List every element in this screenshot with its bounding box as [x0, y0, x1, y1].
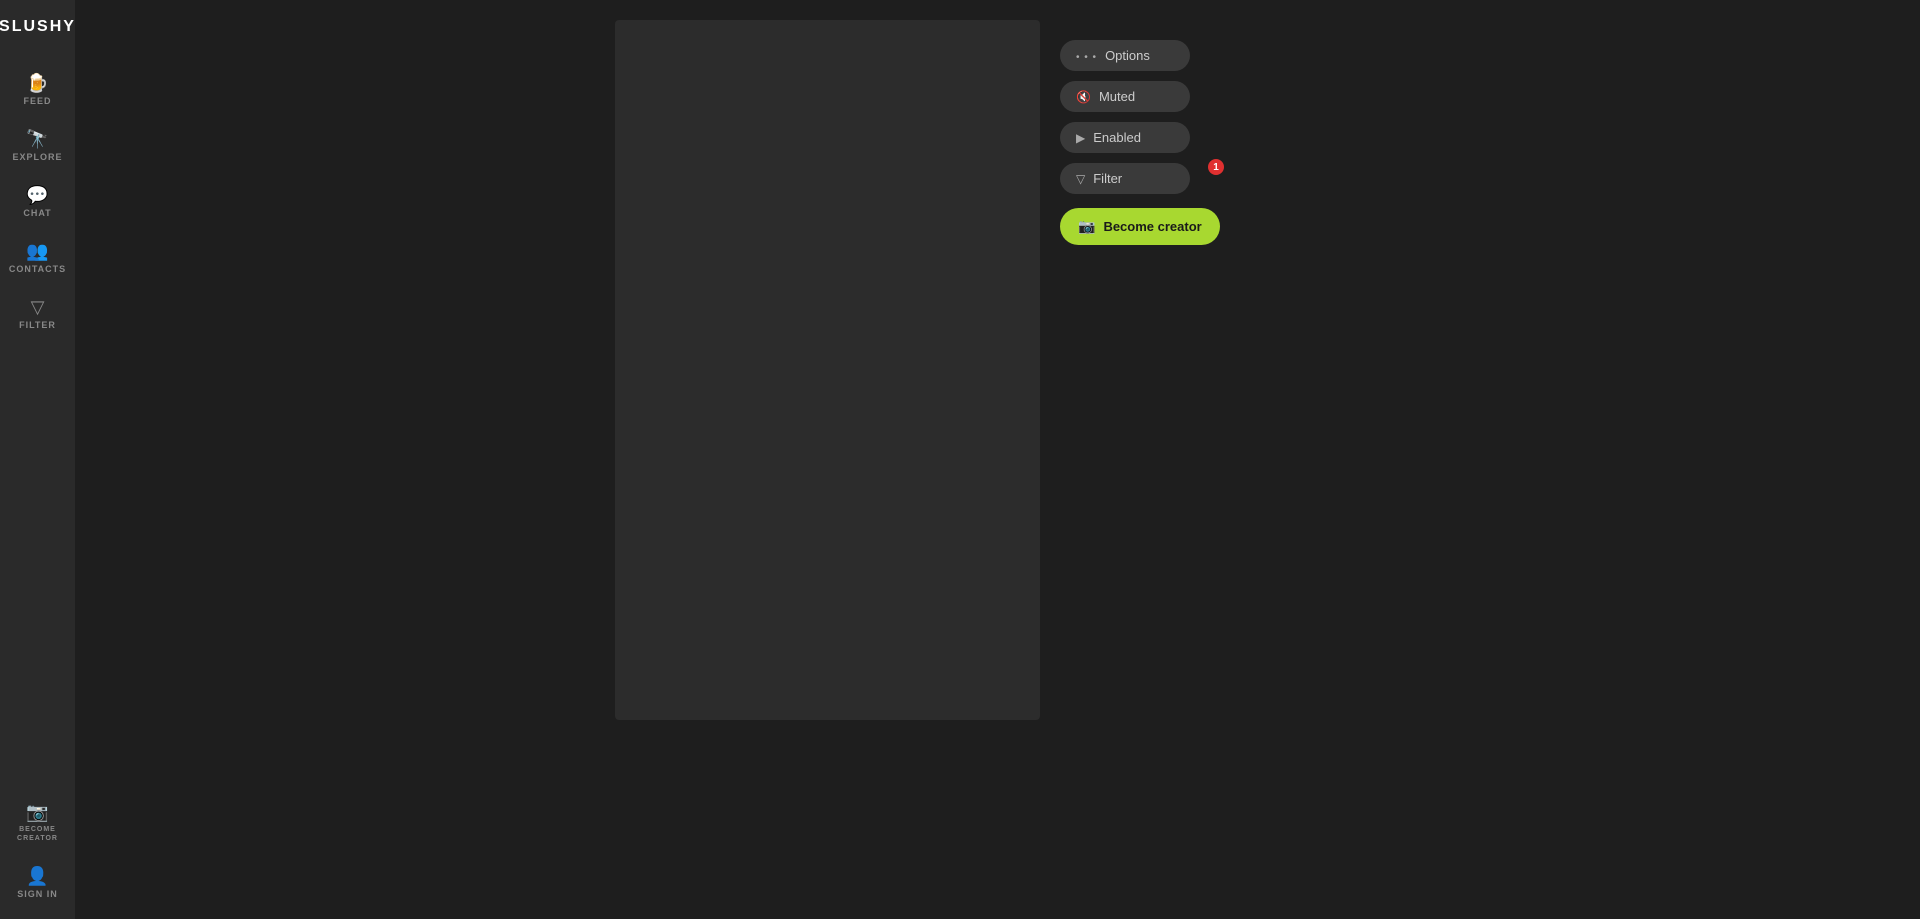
sidebar-bottom: 📷 BECOME CREATOR 👤 SIGN IN: [0, 793, 75, 919]
contacts-label: CONTACTS: [9, 264, 66, 274]
sidebar-item-feed[interactable]: 🍺 FEED: [0, 64, 75, 116]
filter-badge: 1: [1208, 159, 1224, 175]
filter-funnel-icon: ▽: [1076, 172, 1085, 186]
sidebar-item-contacts[interactable]: 👥 CONTACTS: [0, 232, 75, 284]
feed-icon: 🍺: [26, 74, 48, 92]
sidebar-item-become-creator[interactable]: 📷 BECOME CREATOR: [0, 793, 75, 853]
filter-label: FILTER: [19, 320, 56, 330]
explore-label: EXPLORE: [12, 152, 62, 162]
sidebar-nav: 🍺 FEED 🔭 EXPLORE 💬 CHAT 👥 CONTACTS ▽ FIL…: [0, 64, 75, 793]
mute-icon: 🔇: [1076, 90, 1091, 104]
filter-button-label: Filter: [1093, 171, 1122, 186]
filter-wrapper: ▽ Filter 1: [1060, 163, 1220, 194]
sidebar-item-chat[interactable]: 💬 CHAT: [0, 176, 75, 228]
camera-icon: 📷: [1078, 218, 1095, 235]
app-logo: SLUSHY: [0, 10, 76, 44]
sidebar-item-sign-in[interactable]: 👤 SIGN IN: [0, 857, 75, 909]
sidebar: SLUSHY 🍺 FEED 🔭 EXPLORE 💬 CHAT 👥 CONTACT…: [0, 0, 75, 919]
explore-icon: 🔭: [26, 130, 48, 148]
play-icon: ▶: [1076, 131, 1085, 145]
video-container: [615, 20, 1040, 720]
filter-button[interactable]: ▽ Filter: [1060, 163, 1190, 194]
main-content: Options 🔇 Muted ▶ Enabled ▽ Filter 1 📷 B…: [75, 0, 1920, 919]
become-creator-label: Become creator: [1103, 219, 1201, 234]
enabled-button[interactable]: ▶ Enabled: [1060, 122, 1190, 153]
dots-icon: [1076, 49, 1097, 63]
muted-button[interactable]: 🔇 Muted: [1060, 81, 1190, 112]
chat-label: CHAT: [23, 208, 51, 218]
feed-label: FEED: [23, 96, 51, 106]
controls-panel: Options 🔇 Muted ▶ Enabled ▽ Filter 1 📷 B…: [1060, 40, 1220, 245]
options-button[interactable]: Options: [1060, 40, 1190, 71]
sign-in-icon: 👤: [26, 867, 48, 885]
become-creator-sidebar-label: BECOME CREATOR: [0, 825, 75, 843]
chat-icon: 💬: [26, 186, 48, 204]
become-creator-button[interactable]: 📷 Become creator: [1060, 208, 1220, 245]
sidebar-item-filter[interactable]: ▽ FILTER: [0, 288, 75, 340]
become-creator-sidebar-icon: 📷: [26, 803, 48, 821]
options-label: Options: [1105, 48, 1150, 63]
filter-icon: ▽: [31, 298, 45, 316]
sign-in-label: SIGN IN: [17, 889, 58, 899]
contacts-icon: 👥: [26, 242, 48, 260]
sidebar-item-explore[interactable]: 🔭 EXPLORE: [0, 120, 75, 172]
muted-label: Muted: [1099, 89, 1135, 104]
enabled-label: Enabled: [1093, 130, 1141, 145]
